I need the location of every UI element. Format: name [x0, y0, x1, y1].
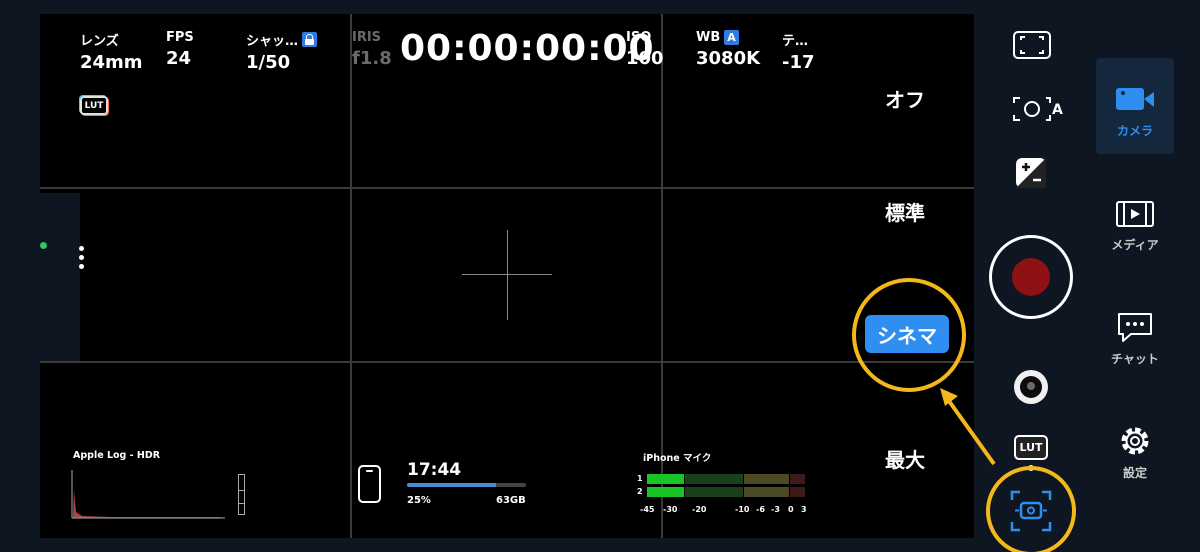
channel-label: 1 [637, 474, 643, 483]
meter-scale: 3 [801, 505, 807, 514]
storage-remaining: 63GB [496, 495, 526, 506]
wb-param[interactable]: WB A 3080K [696, 30, 760, 69]
histogram-label: Apple Log - HDR [73, 450, 161, 461]
stabilization-off[interactable]: オフ [885, 84, 925, 113]
nav-media[interactable]: メディア [1096, 176, 1174, 272]
audio-meter [647, 474, 806, 484]
iris-value: f1.8 [352, 48, 392, 69]
meter-scale: -45 [640, 505, 655, 514]
nav-settings[interactable]: 設定 [1096, 404, 1174, 500]
chat-icon [1118, 313, 1152, 342]
battery-bar [407, 483, 526, 487]
more-options-button[interactable] [74, 246, 88, 274]
iso-param[interactable]: ISO 100 [626, 30, 664, 69]
tint-param[interactable]: テ… -17 [782, 30, 815, 73]
nav-label: カメラ [1116, 124, 1153, 138]
gear-icon [1121, 427, 1149, 455]
nav-camera[interactable]: カメラ [1096, 58, 1174, 154]
grid-line [350, 14, 352, 538]
audio-meter [647, 487, 806, 497]
iris-param[interactable]: IRIS f1.8 [352, 30, 392, 69]
meter-scale: 0 [788, 505, 794, 514]
wb-label: WB [696, 30, 721, 45]
status-indicator [40, 242, 47, 249]
timecode: 00:00:00:00 [400, 28, 655, 69]
battery-fill [407, 483, 497, 487]
iso-value: 100 [626, 48, 664, 69]
histogram [71, 470, 225, 519]
nav-label: メディア [1111, 238, 1159, 252]
wb-value: 3080K [696, 48, 761, 69]
auto-badge: A [724, 30, 739, 45]
lens-label: レンズ [80, 34, 119, 49]
lut-button[interactable]: LUT [1014, 435, 1048, 460]
nav-label: 設定 [1122, 466, 1147, 480]
fps-label: FPS [166, 30, 194, 45]
stabilization-max[interactable]: 最大 [885, 444, 925, 473]
meter-scale: -30 [663, 505, 678, 514]
video-camera-icon [1116, 88, 1154, 110]
stabilization-standard[interactable]: 標準 [885, 197, 925, 226]
fps-param[interactable]: FPS 24 [166, 30, 194, 69]
auto-exposure-badge: A [1052, 102, 1063, 118]
frame-guides-icon[interactable] [1012, 30, 1052, 60]
meter-scale: -6 [756, 505, 765, 514]
audio-source-label: iPhone マイク [643, 453, 712, 464]
grid-line [40, 187, 974, 189]
fps-value: 24 [166, 48, 192, 69]
record-button[interactable] [989, 235, 1073, 319]
side-tray [20, 193, 80, 361]
clock: 17:44 [407, 460, 462, 480]
scope-bar [238, 503, 245, 515]
highlight-circle [852, 278, 966, 392]
highlight-circle [986, 466, 1076, 552]
exposure-compensation-icon[interactable] [1015, 157, 1047, 189]
scope-bar [238, 490, 245, 504]
meter-scale: -10 [735, 505, 750, 514]
lens-value: 24mm [80, 52, 143, 73]
record-dot [1012, 258, 1050, 296]
scope-bar [238, 474, 245, 491]
lens-param[interactable]: レンズ 24mm [80, 30, 143, 73]
channel-label: 2 [637, 487, 643, 496]
shutter-param[interactable]: シャッ… 1/50 [246, 30, 318, 73]
nav-chat[interactable]: チャット [1096, 290, 1174, 386]
meter-scale: -20 [692, 505, 707, 514]
center-crosshair [507, 230, 508, 320]
camera-viewfinder[interactable]: レンズ 24mm FPS 24 シャッ… 1/50 IRIS f1.8 00:0… [40, 14, 974, 538]
lut-indicator: LUT [80, 96, 108, 115]
iris-label: IRIS [352, 30, 382, 45]
tint-label: テ… [782, 34, 809, 49]
auto-exposure-icon[interactable] [1012, 94, 1052, 124]
film-icon [1116, 201, 1154, 227]
arrow-icon [940, 388, 996, 466]
shutter-value: 1/50 [246, 52, 291, 73]
phone-icon [358, 465, 381, 503]
battery-percent: 25% [407, 495, 431, 506]
nav-label: チャット [1111, 352, 1159, 366]
lock-icon [302, 32, 318, 47]
lens-selector[interactable] [1014, 370, 1048, 404]
iso-label: ISO [626, 30, 652, 45]
shutter-label: シャッ… [246, 34, 299, 49]
grid-line [40, 361, 974, 363]
tint-value: -17 [782, 52, 815, 73]
meter-scale: -3 [771, 505, 780, 514]
